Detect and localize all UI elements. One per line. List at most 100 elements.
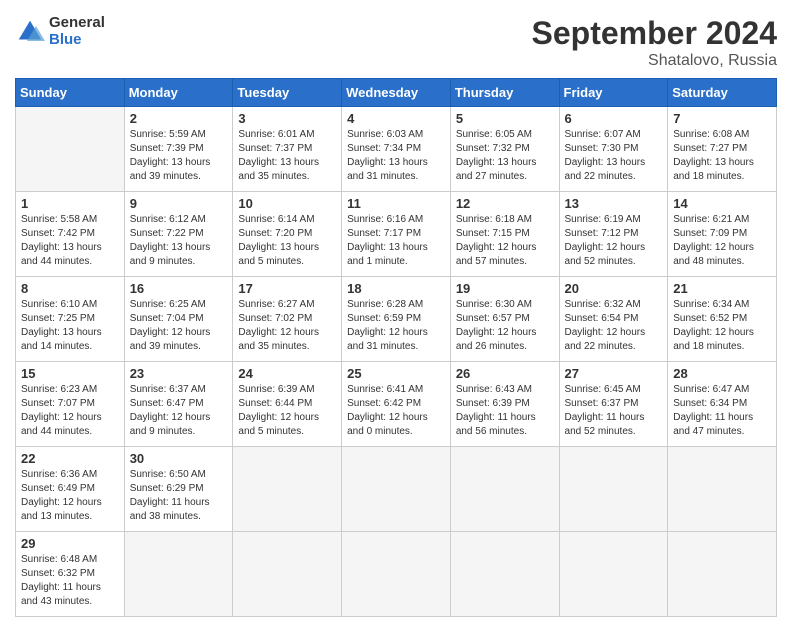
table-row — [450, 447, 559, 532]
day-number: 16 — [130, 281, 228, 296]
day-info: Sunrise: 6:23 AM Sunset: 7:07 PM Dayligh… — [21, 383, 119, 439]
table-row: 3Sunrise: 6:01 AM Sunset: 7:37 PM Daylig… — [233, 107, 342, 192]
day-number: 4 — [347, 111, 445, 126]
day-number: 24 — [238, 366, 336, 381]
location-title: Shatalovo, Russia — [532, 52, 777, 70]
table-row: 22 Sunrise: 6:36 AM Sunset: 6:49 PM Dayli… — [16, 447, 125, 532]
month-title: September 2024 — [532, 15, 777, 52]
table-row — [233, 447, 342, 532]
day-number: 11 — [347, 196, 445, 211]
col-saturday: Saturday — [668, 79, 777, 107]
table-row — [559, 532, 668, 617]
col-thursday: Thursday — [450, 79, 559, 107]
table-row: 11Sunrise: 6:16 AM Sunset: 7:17 PM Dayli… — [342, 192, 451, 277]
day-info: Sunrise: 6:19 AM Sunset: 7:12 PM Dayligh… — [565, 213, 663, 269]
table-row: 4 Sunrise: 6:03 AM Sunset: 7:34 PM Daylig… — [342, 107, 451, 192]
table-row: 8 Sunrise: 6:10 AM Sunset: 7:25 PM Daylig… — [16, 277, 125, 362]
calendar-week-row: 2 Sunrise: 5:59 AM Sunset: 7:39 PM Daylig… — [16, 107, 777, 192]
col-wednesday: Wednesday — [342, 79, 451, 107]
calendar-week-row: 1 Sunrise: 5:58 AM Sunset: 7:42 PM Daylig… — [16, 192, 777, 277]
day-info: Sunrise: 5:59 AM Sunset: 7:39 PM Dayligh… — [130, 128, 228, 184]
page: General Blue September 2024 Shatalovo, R… — [0, 0, 792, 627]
day-info: Sunrise: 6:36 AM Sunset: 6:49 PM Dayligh… — [21, 468, 119, 524]
table-row — [16, 107, 125, 192]
day-number: 1 — [21, 196, 119, 211]
table-row: 28 Sunrise: 6:47 AM Sunset: 6:34 PM Dayli… — [668, 362, 777, 447]
day-number: 5 — [456, 111, 554, 126]
day-info: Sunrise: 6:47 AM Sunset: 6:34 PM Dayligh… — [673, 383, 771, 439]
day-info: Sunrise: 6:05 AM Sunset: 7:32 PM Dayligh… — [456, 128, 554, 184]
table-row — [233, 532, 342, 617]
table-row — [342, 447, 451, 532]
day-number: 13 — [565, 196, 663, 211]
day-info: Sunrise: 6:30 AM Sunset: 6:57 PM Dayligh… — [456, 298, 554, 354]
day-info: Sunrise: 6:32 AM Sunset: 6:54 PM Dayligh… — [565, 298, 663, 354]
table-row: 17Sunrise: 6:27 AM Sunset: 7:02 PM Dayli… — [233, 277, 342, 362]
table-row: 12Sunrise: 6:18 AM Sunset: 7:15 PM Dayli… — [450, 192, 559, 277]
table-row — [450, 532, 559, 617]
table-row: 14 Sunrise: 6:21 AM Sunset: 7:09 PM Dayli… — [668, 192, 777, 277]
day-number: 26 — [456, 366, 554, 381]
calendar-header-row: Sunday Monday Tuesday Wednesday Thursday… — [16, 79, 777, 107]
day-info: Sunrise: 6:48 AM Sunset: 6:32 PM Dayligh… — [21, 553, 119, 609]
table-row: 21Sunrise: 6:34 AM Sunset: 6:52 PM Dayli… — [668, 277, 777, 362]
day-number: 29 — [21, 536, 119, 551]
day-number: 23 — [130, 366, 228, 381]
calendar-table: Sunday Monday Tuesday Wednesday Thursday… — [15, 78, 777, 617]
col-tuesday: Tuesday — [233, 79, 342, 107]
day-info: Sunrise: 6:12 AM Sunset: 7:22 PM Dayligh… — [130, 213, 228, 269]
table-row — [124, 532, 233, 617]
table-row: 16 Sunrise: 6:25 AM Sunset: 7:04 PM Dayli… — [124, 277, 233, 362]
table-row: 30 Sunrise: 6:50 AM Sunset: 6:29 PM Dayli… — [124, 447, 233, 532]
logo: General Blue — [15, 15, 105, 48]
day-info: Sunrise: 6:21 AM Sunset: 7:09 PM Dayligh… — [673, 213, 771, 269]
table-row: 10Sunrise: 6:14 AM Sunset: 7:20 PM Dayli… — [233, 192, 342, 277]
logo-icon — [15, 17, 45, 47]
table-row: 2 Sunrise: 5:59 AM Sunset: 7:39 PM Daylig… — [124, 107, 233, 192]
day-number: 22 — [21, 451, 119, 466]
table-row: 29 Sunrise: 6:48 AM Sunset: 6:32 PM Dayli… — [16, 532, 125, 617]
table-row: 5 Sunrise: 6:05 AM Sunset: 7:32 PM Daylig… — [450, 107, 559, 192]
day-info: Sunrise: 6:25 AM Sunset: 7:04 PM Dayligh… — [130, 298, 228, 354]
day-info: Sunrise: 6:03 AM Sunset: 7:34 PM Dayligh… — [347, 128, 445, 184]
table-row: 9 Sunrise: 6:12 AM Sunset: 7:22 PM Daylig… — [124, 192, 233, 277]
day-number: 7 — [673, 111, 771, 126]
day-info: Sunrise: 6:14 AM Sunset: 7:20 PM Dayligh… — [238, 213, 336, 269]
day-number: 2 — [130, 111, 228, 126]
table-row: 13 Sunrise: 6:19 AM Sunset: 7:12 PM Dayli… — [559, 192, 668, 277]
day-number: 6 — [565, 111, 663, 126]
day-number: 9 — [130, 196, 228, 211]
logo-text: General Blue — [49, 15, 105, 48]
day-info: Sunrise: 5:58 AM Sunset: 7:42 PM Dayligh… — [21, 213, 119, 269]
day-info: Sunrise: 6:01 AM Sunset: 7:37 PM Dayligh… — [238, 128, 336, 184]
day-info: Sunrise: 6:27 AM Sunset: 7:02 PM Dayligh… — [238, 298, 336, 354]
table-row — [668, 532, 777, 617]
day-number: 28 — [673, 366, 771, 381]
day-number: 20 — [565, 281, 663, 296]
table-row: 25Sunrise: 6:41 AM Sunset: 6:42 PM Dayli… — [342, 362, 451, 447]
table-row: 26Sunrise: 6:43 AM Sunset: 6:39 PM Dayli… — [450, 362, 559, 447]
table-row: 18 Sunrise: 6:28 AM Sunset: 6:59 PM Dayli… — [342, 277, 451, 362]
calendar-week-row: 22 Sunrise: 6:36 AM Sunset: 6:49 PM Dayli… — [16, 447, 777, 532]
day-info: Sunrise: 6:28 AM Sunset: 6:59 PM Dayligh… — [347, 298, 445, 354]
day-info: Sunrise: 6:18 AM Sunset: 7:15 PM Dayligh… — [456, 213, 554, 269]
table-row — [342, 532, 451, 617]
table-row: 20 Sunrise: 6:32 AM Sunset: 6:54 PM Dayli… — [559, 277, 668, 362]
day-number: 18 — [347, 281, 445, 296]
col-sunday: Sunday — [16, 79, 125, 107]
day-info: Sunrise: 6:10 AM Sunset: 7:25 PM Dayligh… — [21, 298, 119, 354]
table-row: 19 Sunrise: 6:30 AM Sunset: 6:57 PM Dayli… — [450, 277, 559, 362]
logo-blue-text: Blue — [49, 32, 105, 49]
table-row: 15 Sunrise: 6:23 AM Sunset: 7:07 PM Dayli… — [16, 362, 125, 447]
day-number: 15 — [21, 366, 119, 381]
table-row: 27Sunrise: 6:45 AM Sunset: 6:37 PM Dayli… — [559, 362, 668, 447]
day-number: 30 — [130, 451, 228, 466]
day-info: Sunrise: 6:50 AM Sunset: 6:29 PM Dayligh… — [130, 468, 228, 524]
day-number: 14 — [673, 196, 771, 211]
day-info: Sunrise: 6:37 AM Sunset: 6:47 PM Dayligh… — [130, 383, 228, 439]
table-row: 7Sunrise: 6:08 AM Sunset: 7:27 PM Daylig… — [668, 107, 777, 192]
calendar-week-row: 15 Sunrise: 6:23 AM Sunset: 7:07 PM Dayli… — [16, 362, 777, 447]
day-number: 8 — [21, 281, 119, 296]
day-number: 19 — [456, 281, 554, 296]
col-friday: Friday — [559, 79, 668, 107]
